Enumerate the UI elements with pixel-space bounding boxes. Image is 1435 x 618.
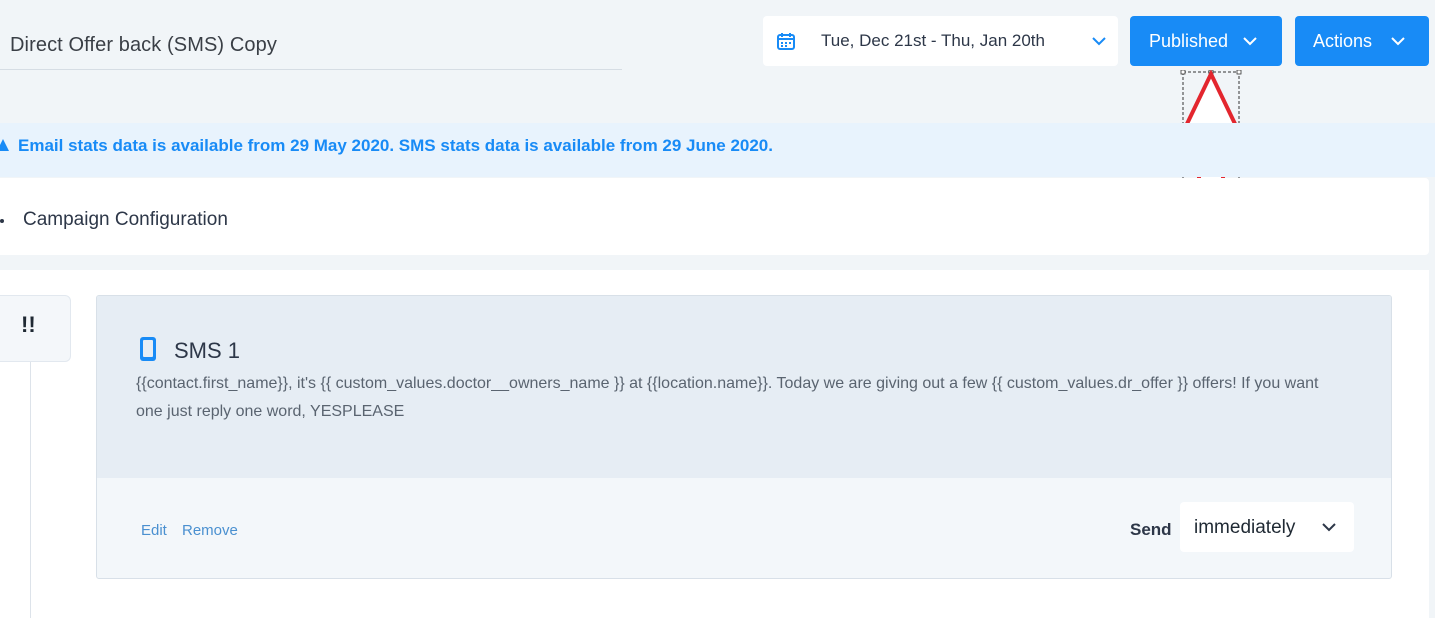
date-range-picker[interactable]: Tue, Dec 21st - Thu, Jan 20th	[763, 16, 1118, 66]
sms-step-card: SMS 1 {{contact.first_name}}, it's {{ cu…	[96, 295, 1392, 579]
actions-label: Actions	[1313, 31, 1373, 51]
chevron-down-icon	[1391, 37, 1405, 46]
campaign-configuration-toggle[interactable]: Campaign Configuration	[0, 178, 1429, 255]
sms-step-footer: Edit Remove Send immediately	[97, 478, 1391, 578]
sms-step-title: SMS 1	[174, 338, 241, 363]
step-badge-label: !!	[21, 312, 36, 337]
published-label: Published	[1149, 31, 1229, 51]
chevron-down-icon	[1322, 523, 1336, 532]
chevron-down-icon	[1243, 37, 1257, 46]
phone-icon	[140, 337, 156, 361]
actions-button[interactable]: Actions	[1295, 16, 1429, 66]
send-label: Send	[1130, 520, 1172, 539]
published-button[interactable]: Published	[1130, 16, 1282, 66]
send-timing-value: immediately	[1194, 517, 1296, 538]
date-range-text: Tue, Dec 21st - Thu, Jan 20th	[821, 31, 1045, 50]
stats-info-banner: Email stats data is available from 29 Ma…	[0, 123, 1435, 177]
campaign-name-field[interactable]: Direct Offer back (SMS) Copy	[0, 18, 622, 70]
banner-text: Email stats data is available from 29 Ma…	[18, 136, 773, 155]
remove-link[interactable]: Remove	[182, 522, 238, 539]
chevron-down-icon	[1092, 37, 1106, 46]
sms-step-body: SMS 1 {{contact.first_name}}, it's {{ cu…	[97, 296, 1391, 478]
sms-message-text: {{contact.first_name}}, it's {{ custom_v…	[136, 375, 1319, 420]
campaign-name-text[interactable]: Direct Offer back (SMS) Copy	[10, 34, 277, 57]
step-badge[interactable]: !!	[0, 295, 71, 362]
campaign-steps-panel: !! SMS 1 {{contact.first_name}}, it's {{…	[0, 270, 1429, 618]
timeline-line	[30, 362, 31, 618]
calendar-icon	[777, 33, 795, 50]
campaign-configuration-label: Campaign Configuration	[23, 209, 228, 230]
send-timing-select[interactable]: immediately	[1180, 502, 1354, 552]
warning-icon	[0, 139, 9, 151]
bullet-icon	[0, 219, 4, 223]
edit-link[interactable]: Edit	[141, 522, 167, 539]
